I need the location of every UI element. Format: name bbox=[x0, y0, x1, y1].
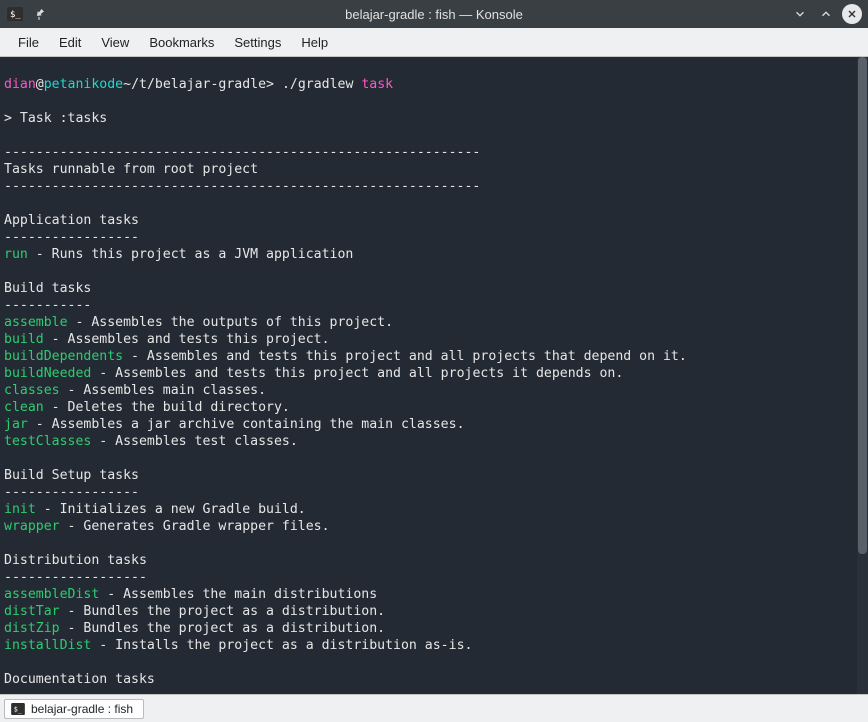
task-name: buildDependents bbox=[4, 349, 123, 364]
task-desc: - Installs the project as a distribution… bbox=[91, 638, 472, 653]
task-init: init - Initializes a new Gradle build. bbox=[4, 502, 306, 517]
task-desc: - Assembles test classes. bbox=[91, 434, 297, 449]
task-name: buildNeeded bbox=[4, 366, 91, 381]
scrollbar-thumb[interactable] bbox=[858, 57, 867, 554]
minimize-button[interactable] bbox=[790, 4, 810, 24]
task-run: run - Runs this project as a JVM applica… bbox=[4, 247, 353, 262]
divider: ----------------------------------------… bbox=[4, 145, 480, 160]
task-name: assemble bbox=[4, 315, 68, 330]
task-name: run bbox=[4, 247, 28, 262]
task-assemble: assemble - Assembles the outputs of this… bbox=[4, 315, 393, 330]
task-wrapper: wrapper - Generates Gradle wrapper files… bbox=[4, 519, 330, 534]
svg-text:$_: $_ bbox=[14, 705, 23, 713]
task-desc: - Runs this project as a JVM application bbox=[28, 247, 354, 262]
prompt-at: @ bbox=[36, 77, 44, 92]
menu-edit[interactable]: Edit bbox=[49, 31, 91, 54]
window-titlebar: $_ belajar-gradle : fish — Konsole bbox=[0, 0, 868, 28]
prompt-path: ~/t/belajar-gradle bbox=[123, 77, 266, 92]
menu-bar: File Edit View Bookmarks Settings Help bbox=[0, 28, 868, 57]
section-divider: ------------------- bbox=[4, 689, 155, 694]
task-desc: - Assembles and tests this project and a… bbox=[123, 349, 687, 364]
window-title: belajar-gradle : fish — Konsole bbox=[86, 7, 782, 22]
close-button[interactable] bbox=[842, 4, 862, 24]
menu-file[interactable]: File bbox=[8, 31, 49, 54]
task-desc: - Bundles the project as a distribution. bbox=[60, 604, 386, 619]
terminal-tab-icon: $_ bbox=[11, 702, 25, 716]
root-project-line: Tasks runnable from root project bbox=[4, 162, 258, 177]
task-desc: - Assembles and tests this project and a… bbox=[91, 366, 623, 381]
terminal[interactable]: dian@petanikode~/t/belajar-gradle> ./gra… bbox=[0, 57, 868, 694]
maximize-button[interactable] bbox=[816, 4, 836, 24]
prompt-user: dian bbox=[4, 77, 36, 92]
menu-help[interactable]: Help bbox=[291, 31, 338, 54]
task-distZip: distZip - Bundles the project as a distr… bbox=[4, 621, 385, 636]
task-name: distTar bbox=[4, 604, 60, 619]
window-controls bbox=[782, 4, 862, 24]
section-documentation-tasks: Documentation tasks bbox=[4, 672, 155, 687]
task-name: clean bbox=[4, 400, 44, 415]
section-divider: ----------------- bbox=[4, 485, 139, 500]
prompt-sep: > bbox=[266, 77, 282, 92]
task-desc: - Generates Gradle wrapper files. bbox=[60, 519, 330, 534]
task-desc: - Assembles a jar archive containing the… bbox=[28, 417, 465, 432]
section-divider: ----------------- bbox=[4, 230, 139, 245]
prompt-host: petanikode bbox=[44, 77, 123, 92]
status-bar: $_ belajar-gradle : fish bbox=[0, 694, 868, 722]
task-name: wrapper bbox=[4, 519, 60, 534]
section-setup-tasks: Build Setup tasks bbox=[4, 468, 139, 483]
konsole-app-icon: $_ bbox=[6, 5, 24, 23]
menu-view[interactable]: View bbox=[91, 31, 139, 54]
prompt: dian@petanikode~/t/belajar-gradle> ./gra… bbox=[4, 77, 393, 92]
section-divider: ----------- bbox=[4, 298, 91, 313]
cmd-prefix: ./gradlew bbox=[282, 77, 361, 92]
titlebar-left: $_ bbox=[6, 5, 86, 23]
section-application-tasks: Application tasks bbox=[4, 213, 139, 228]
task-name: classes bbox=[4, 383, 60, 398]
task-name: init bbox=[4, 502, 36, 517]
task-desc: - Assembles the main distributions bbox=[99, 587, 377, 602]
task-desc: - Initializes a new Gradle build. bbox=[36, 502, 306, 517]
task-classes: classes - Assembles main classes. bbox=[4, 383, 266, 398]
task-buildNeeded: buildNeeded - Assembles and tests this p… bbox=[4, 366, 623, 381]
cmd-arg: task bbox=[361, 77, 393, 92]
section-divider: ------------------ bbox=[4, 570, 147, 585]
pin-icon[interactable] bbox=[30, 5, 48, 23]
task-assembleDist: assembleDist - Assembles the main distri… bbox=[4, 587, 377, 602]
task-desc: - Assembles main classes. bbox=[60, 383, 266, 398]
divider: ----------------------------------------… bbox=[4, 179, 480, 194]
task-desc: - Deletes the build directory. bbox=[44, 400, 290, 415]
task-name: assembleDist bbox=[4, 587, 99, 602]
task-build: build - Assembles and tests this project… bbox=[4, 332, 330, 347]
task-header: > Task :tasks bbox=[4, 111, 107, 126]
menu-bookmarks[interactable]: Bookmarks bbox=[139, 31, 224, 54]
task-distTar: distTar - Bundles the project as a distr… bbox=[4, 604, 385, 619]
task-name: jar bbox=[4, 417, 28, 432]
terminal-scrollbar[interactable] bbox=[857, 57, 868, 694]
task-jar: jar - Assembles a jar archive containing… bbox=[4, 417, 465, 432]
task-desc: - Assembles the outputs of this project. bbox=[68, 315, 394, 330]
task-testClasses: testClasses - Assembles test classes. bbox=[4, 434, 298, 449]
menu-settings[interactable]: Settings bbox=[224, 31, 291, 54]
task-name: distZip bbox=[4, 621, 60, 636]
task-buildDependents: buildDependents - Assembles and tests th… bbox=[4, 349, 687, 364]
svg-text:$_: $_ bbox=[10, 10, 21, 20]
task-name: installDist bbox=[4, 638, 91, 653]
task-desc: - Assembles and tests this project. bbox=[44, 332, 330, 347]
section-distribution-tasks: Distribution tasks bbox=[4, 553, 147, 568]
task-name: testClasses bbox=[4, 434, 91, 449]
terminal-tab-label: belajar-gradle : fish bbox=[31, 702, 133, 716]
terminal-tab[interactable]: $_ belajar-gradle : fish bbox=[4, 699, 144, 719]
task-installDist: installDist - Installs the project as a … bbox=[4, 638, 472, 653]
task-name: build bbox=[4, 332, 44, 347]
task-desc: - Bundles the project as a distribution. bbox=[60, 621, 386, 636]
section-build-tasks: Build tasks bbox=[4, 281, 91, 296]
task-clean: clean - Deletes the build directory. bbox=[4, 400, 290, 415]
